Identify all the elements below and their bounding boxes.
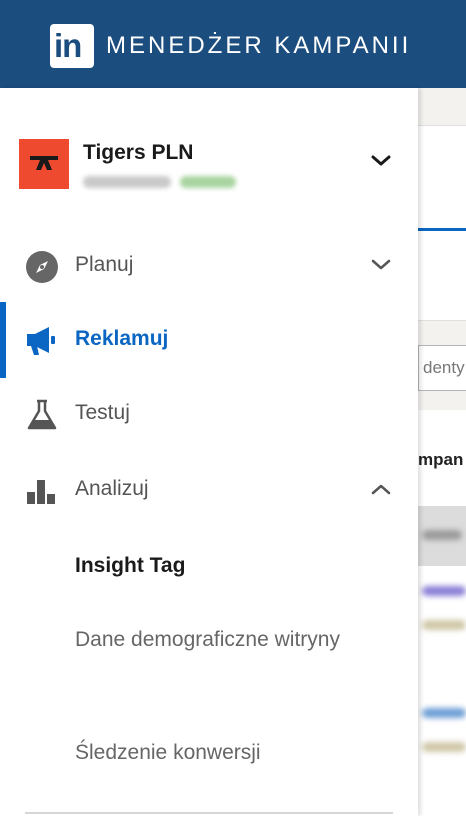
background-table-row (422, 708, 466, 718)
bar-chart-icon (27, 480, 55, 504)
background-column-header: mpan (418, 450, 464, 469)
nav-item-label: Testuj (75, 401, 130, 424)
account-status-blurred (180, 176, 236, 188)
background-search-input[interactable]: denty (418, 345, 466, 391)
nav-subitem-conversion-tracking[interactable]: Śledzenie konwersji (75, 734, 261, 772)
chevron-down-icon[interactable] (370, 154, 392, 168)
active-indicator (0, 302, 6, 378)
nav-subitem-insight-tag[interactable]: Insight Tag (75, 547, 185, 585)
megaphone-icon (27, 327, 55, 355)
nav-item-label: Reklamuj (75, 327, 169, 350)
sidebar-divider (25, 812, 393, 814)
background-search-placeholder: denty (423, 358, 465, 377)
background-table-row (422, 620, 466, 630)
background-table-row (422, 586, 466, 596)
nav-item-label: Analizuj (75, 477, 149, 500)
nav-item-label: Planuj (75, 253, 134, 276)
background-table-row (418, 506, 466, 566)
linkedin-logo[interactable]: in (50, 24, 94, 68)
account-id-blurred (83, 176, 171, 188)
compass-icon (26, 251, 58, 283)
chevron-down-icon[interactable] (370, 258, 392, 272)
nav-subitem-website-demographics[interactable]: Dane demograficzne witryny (75, 621, 345, 659)
tiger-logo-icon (30, 156, 58, 170)
product-title: MENEDŻER KAMPANII (106, 32, 412, 59)
flask-icon (27, 399, 57, 430)
nav-item-testuj[interactable]: Testuj (0, 384, 418, 444)
linkedin-logo-text: in (54, 27, 82, 64)
chevron-up-icon[interactable] (370, 482, 392, 496)
account-name: Tigers PLN (83, 141, 194, 164)
nav-item-reklamuj[interactable]: Reklamuj (0, 302, 418, 378)
background-panel (418, 125, 466, 230)
sidebar-nav: Tigers PLN Planuj Reklamuj Testuj Analiz… (0, 88, 418, 816)
nav-item-analizuj[interactable]: Analizuj (0, 460, 418, 520)
background-panel-lower (418, 231, 466, 321)
account-logo (19, 139, 69, 189)
top-bar: in MENEDŻER KAMPANII (0, 0, 466, 88)
background-table: mpan (418, 410, 466, 816)
background-table-row (422, 742, 466, 752)
nav-item-planuj[interactable]: Planuj (0, 236, 418, 296)
